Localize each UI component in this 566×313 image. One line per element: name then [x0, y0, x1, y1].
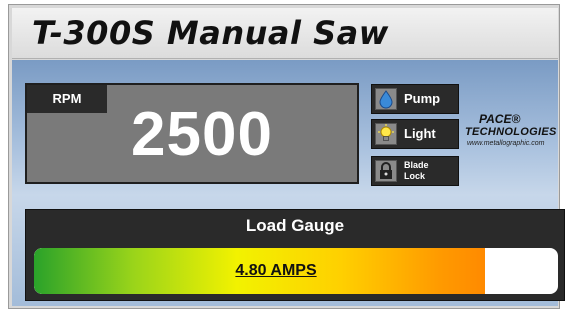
light-bulb-icon [375, 123, 397, 145]
blade-lock-label-line1: Blade [404, 160, 429, 170]
padlock-icon [375, 160, 397, 182]
light-button[interactable]: Light [371, 119, 459, 149]
load-gauge-title: Load Gauge [245, 216, 345, 235]
load-gauge-reading: 4.80 AMPS [235, 262, 317, 279]
pump-button[interactable]: Pump [371, 84, 459, 114]
rpm-label: RPM [27, 85, 107, 113]
pump-label: Pump [404, 91, 441, 106]
load-gauge: Load Gauge 4.80 AMPS [25, 209, 565, 301]
light-label: Light [404, 126, 436, 141]
rpm-display: RPM 2500 [25, 83, 359, 184]
blade-lock-label: Blade Lock [404, 160, 429, 188]
blade-lock-button[interactable]: Blade Lock [371, 156, 459, 186]
pace-technologies-logo: PACE® TECHNOLOGIES www.metallographic.co… [465, 112, 557, 147]
water-drop-icon [375, 88, 397, 110]
title-bar: T-300S Manual Saw [12, 8, 558, 59]
rpm-value: 2500 [131, 100, 273, 169]
app-title: T-300S Manual Saw [32, 14, 389, 52]
blade-lock-label-line2: Lock [404, 171, 426, 181]
load-gauge-track: 4.80 AMPS [34, 248, 558, 294]
